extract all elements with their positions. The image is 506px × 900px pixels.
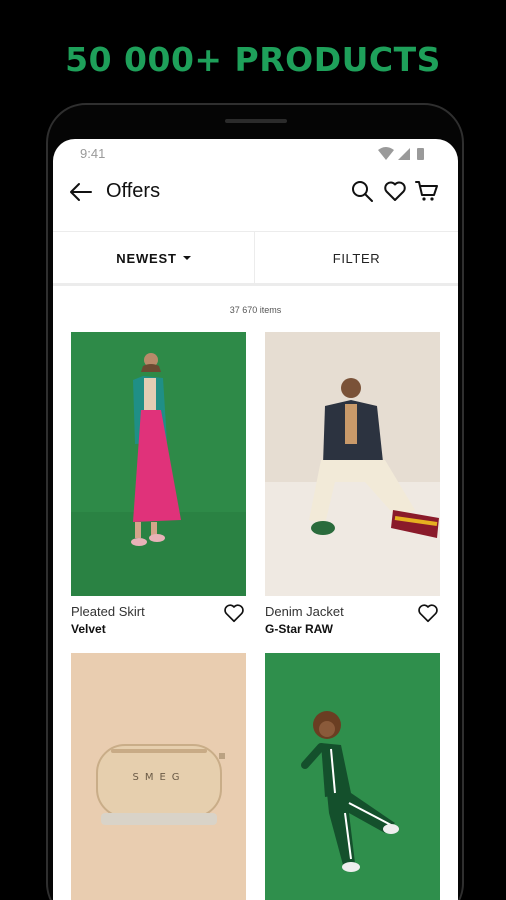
product-brand: G-Star RAW [265,622,334,636]
product-image[interactable]: SMEG [71,653,246,900]
promo-headline: 50 000+ PRODUCTS [65,40,441,79]
filter-label: FILTER [332,250,381,266]
product-image[interactable] [265,332,440,596]
svg-text:SMEG: SMEG [132,772,185,783]
filter-button[interactable]: FILTER [255,232,458,284]
status-bar: 9:41 [53,139,458,169]
status-icons [378,147,424,160]
back-arrow-icon[interactable] [67,178,95,206]
sort-filter-toolbar: NEWEST FILTER [53,231,458,286]
item-count: 37 670 items [229,305,282,315]
cart-icon[interactable] [415,179,439,203]
product-image[interactable] [265,653,440,900]
heart-icon[interactable] [417,602,439,624]
phone-speaker [225,119,287,123]
battery-icon [417,148,424,160]
signal-icon [398,148,410,160]
product-image[interactable] [71,332,246,596]
sort-label: NEWEST [116,250,177,266]
wishlist-icon[interactable] [383,179,407,203]
product-brand: Velvet [71,622,106,636]
wifi-icon [378,147,394,160]
caret-down-icon [182,256,191,260]
sort-button[interactable]: NEWEST [53,232,255,284]
product-name: Pleated Skirt [71,604,145,619]
app-screen: 9:41 Offers NEWEST FILTER 37 670 items P… [53,139,458,900]
search-icon[interactable] [350,179,374,203]
product-name: Denim Jacket [265,604,344,619]
heart-icon[interactable] [223,602,245,624]
page-title: Offers [106,180,161,202]
status-time: 9:41 [80,146,106,161]
app-bar: Offers [53,169,458,231]
